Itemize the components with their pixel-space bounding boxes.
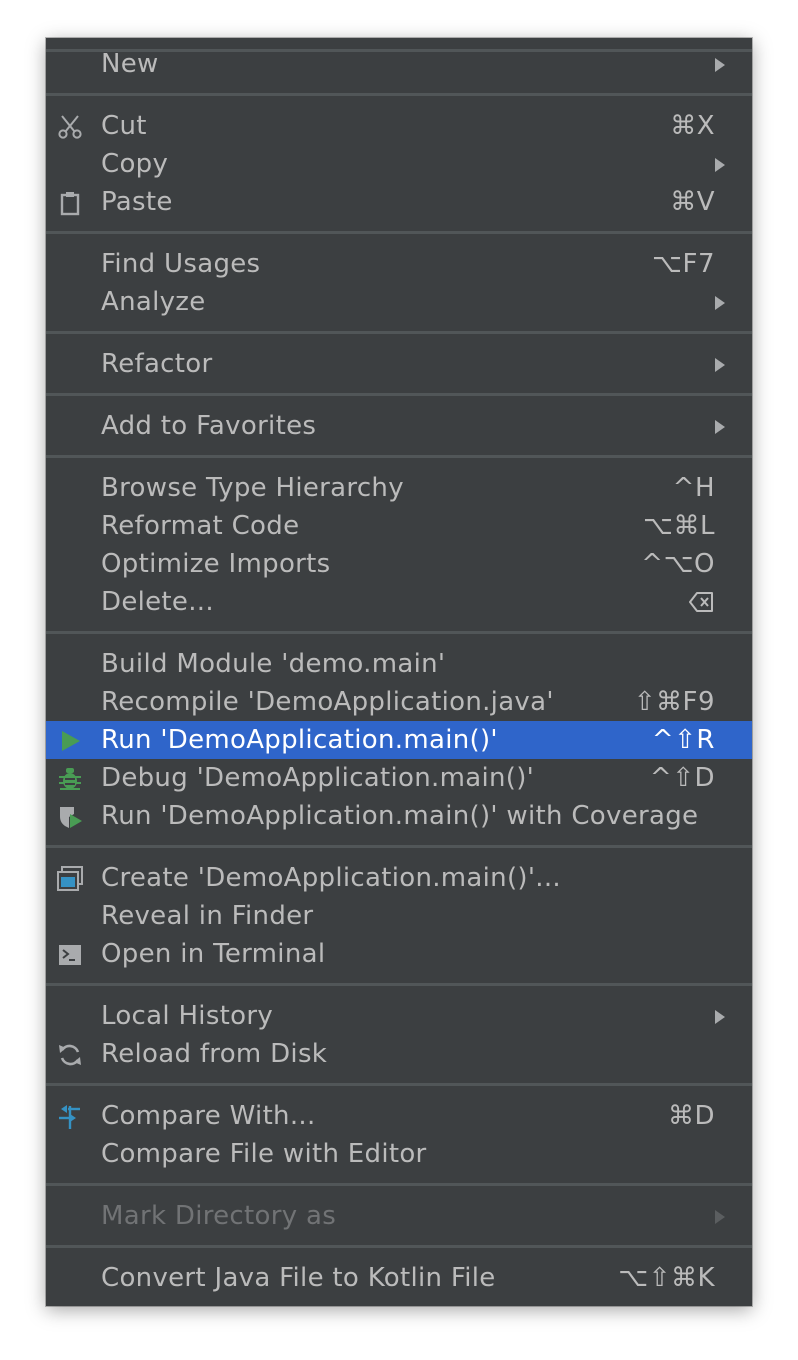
menu-separator	[46, 1235, 752, 1259]
shortcut-label: ⌥F7	[652, 249, 715, 279]
menu-item-label: Recompile 'DemoApplication.java'	[101, 687, 554, 717]
menu-item-paste[interactable]: Paste ⌘V	[46, 183, 752, 221]
menu-item-debug[interactable]: Debug 'DemoApplication.main()' ^⇧D	[46, 759, 752, 797]
menu-item-reformat-code[interactable]: Reformat Code ⌥⌘L	[46, 507, 752, 545]
submenu-arrow-icon	[715, 158, 725, 172]
menu-item-label: Run 'DemoApplication.main()' with Covera…	[101, 801, 699, 831]
menu-separator	[46, 445, 752, 469]
delete-key-icon	[689, 591, 715, 613]
menu-item-mark-directory-as: Mark Directory as	[46, 1197, 752, 1235]
compare-arrows-icon	[57, 1104, 83, 1130]
menu-item-recompile[interactable]: Recompile 'DemoApplication.java' ⇧⌘F9	[46, 683, 752, 721]
menu-item-reveal-in-finder[interactable]: Reveal in Finder	[46, 897, 752, 935]
menu-item-label: Cut	[101, 111, 147, 141]
menu-separator	[46, 835, 752, 859]
menu-item-label: Mark Directory as	[101, 1201, 337, 1231]
menu-item-label: Local History	[101, 1001, 274, 1031]
submenu-arrow-icon	[715, 1010, 725, 1024]
menu-item-add-to-favorites[interactable]: Add to Favorites	[46, 407, 752, 445]
menu-item-cut[interactable]: Cut ⌘X	[46, 107, 752, 145]
menu-item-label: Open in Terminal	[101, 939, 326, 969]
menu-item-run-with-coverage[interactable]: Run 'DemoApplication.main()' with Covera…	[46, 797, 752, 835]
menu-item-label: Optimize Imports	[101, 549, 331, 579]
menu-item-reload-from-disk[interactable]: Reload from Disk	[46, 1035, 752, 1073]
menu-separator	[46, 973, 752, 997]
menu-item-local-history[interactable]: Local History	[46, 997, 752, 1035]
menu-separator	[46, 321, 752, 345]
run-config-window-icon	[57, 866, 83, 892]
menu-item-label: Refactor	[101, 349, 213, 379]
menu-item-open-in-terminal[interactable]: Open in Terminal	[46, 935, 752, 973]
menu-item-label: Build Module 'demo.main'	[101, 649, 446, 679]
menu-item-label: Reformat Code	[101, 511, 300, 541]
clipboard-icon	[57, 190, 83, 216]
menu-separator	[46, 383, 752, 407]
shortcut-label: ⌘V	[670, 187, 715, 217]
menu-separator	[46, 1073, 752, 1097]
menu-item-browse-type-hierarchy[interactable]: Browse Type Hierarchy ^H	[46, 469, 752, 507]
menu-item-convert-to-kotlin[interactable]: Convert Java File to Kotlin File ⌥⇧⌘K	[46, 1259, 752, 1297]
coverage-shield-icon	[57, 804, 83, 830]
menu-separator	[46, 221, 752, 245]
submenu-arrow-icon	[715, 58, 725, 72]
menu-item-label: Compare File with Editor	[101, 1139, 427, 1169]
menu-item-label: Paste	[101, 187, 173, 217]
menu-item-create-run-config[interactable]: Create 'DemoApplication.main()'...	[46, 859, 752, 897]
shortcut-label: ^⇧R	[651, 725, 715, 755]
submenu-arrow-icon	[715, 358, 725, 372]
menu-item-label: Browse Type Hierarchy	[101, 473, 404, 503]
shortcut-label: ^⇧D	[649, 763, 715, 793]
menu-item-analyze[interactable]: Analyze	[46, 283, 752, 321]
submenu-arrow-icon	[715, 296, 725, 310]
menu-item-compare-file-with-editor[interactable]: Compare File with Editor	[46, 1135, 752, 1173]
menu-item-refactor[interactable]: Refactor	[46, 345, 752, 383]
shortcut-label: ⌘X	[670, 111, 715, 141]
shortcut-label: ⌘D	[667, 1101, 715, 1131]
menu-separator	[46, 83, 752, 107]
menu-item-run[interactable]: Run 'DemoApplication.main()' ^⇧R	[46, 721, 752, 759]
shortcut-label: ⌥⇧⌘K	[618, 1263, 715, 1293]
menu-separator-top	[46, 38, 752, 52]
scissors-icon	[57, 114, 83, 140]
reload-icon	[57, 1042, 83, 1068]
menu-item-label: Find Usages	[101, 249, 261, 279]
menu-item-optimize-imports[interactable]: Optimize Imports ^⌥O	[46, 545, 752, 583]
menu-separator	[46, 1173, 752, 1197]
menu-item-label: New	[101, 49, 159, 79]
menu-item-label: Delete...	[101, 587, 214, 617]
menu-item-label: Reveal in Finder	[101, 901, 314, 931]
menu-item-label: Create 'DemoApplication.main()'...	[101, 863, 561, 893]
run-icon	[57, 728, 83, 754]
shortcut-label: ^⌥O	[641, 549, 715, 579]
menu-item-new[interactable]: New	[46, 45, 752, 83]
shortcut-label: ⌥⌘L	[643, 511, 715, 541]
menu-item-compare-with[interactable]: Compare With... ⌘D	[46, 1097, 752, 1135]
menu-item-find-usages[interactable]: Find Usages ⌥F7	[46, 245, 752, 283]
menu-item-copy[interactable]: Copy	[46, 145, 752, 183]
debug-bug-icon	[57, 766, 83, 792]
menu-item-label: Convert Java File to Kotlin File	[101, 1263, 496, 1293]
menu-item-label: Compare With...	[101, 1101, 316, 1131]
menu-separator	[46, 621, 752, 645]
context-menu: New Cut ⌘X Copy Paste ⌘V Find Usages ⌥F7…	[46, 38, 752, 1306]
menu-item-label: Analyze	[101, 287, 206, 317]
menu-item-build-module[interactable]: Build Module 'demo.main'	[46, 645, 752, 683]
submenu-arrow-icon	[715, 1210, 725, 1224]
shortcut-label: ⇧⌘F9	[633, 687, 715, 717]
menu-item-delete[interactable]: Delete...	[46, 583, 752, 621]
menu-item-label: Run 'DemoApplication.main()'	[101, 725, 498, 755]
shortcut-label: ^H	[672, 473, 715, 503]
menu-item-label: Copy	[101, 149, 169, 179]
menu-item-label: Reload from Disk	[101, 1039, 328, 1069]
terminal-icon	[57, 942, 83, 968]
submenu-arrow-icon	[715, 420, 725, 434]
menu-item-label: Debug 'DemoApplication.main()'	[101, 763, 535, 793]
menu-item-label: Add to Favorites	[101, 411, 317, 441]
